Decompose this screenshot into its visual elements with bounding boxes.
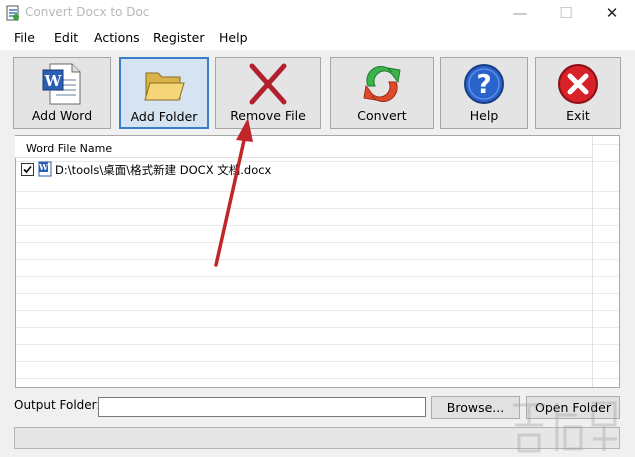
convert-button[interactable]: Convert <box>330 57 434 129</box>
output-folder-input[interactable] <box>98 397 426 417</box>
add-folder-button[interactable]: Add Folder <box>119 57 209 129</box>
window-title: Convert Docx to Doc <box>25 5 150 19</box>
remove-file-button[interactable]: Remove File <box>215 57 321 129</box>
word-document-icon: W <box>42 63 81 105</box>
svg-text:W: W <box>44 72 63 90</box>
column-divider <box>592 136 593 387</box>
exit-x-icon <box>558 64 598 104</box>
menu-help[interactable]: Help <box>219 30 248 45</box>
checkmark-icon <box>23 165 32 174</box>
word-file-icon: W <box>38 161 52 177</box>
menu-register[interactable]: Register <box>153 30 204 45</box>
minimize-button[interactable]: — <box>497 0 543 26</box>
add-word-button[interactable]: W Add Word <box>13 57 111 129</box>
app-icon <box>6 5 19 21</box>
help-label: Help <box>469 108 499 123</box>
exit-button[interactable]: Exit <box>535 57 621 129</box>
convert-arrows-icon <box>363 66 401 102</box>
svg-text:W: W <box>38 162 49 172</box>
row-checkbox[interactable] <box>21 163 34 176</box>
maximize-button[interactable]: ☐ <box>543 0 589 26</box>
watermark-logo <box>513 401 617 453</box>
question-icon: ? <box>464 64 504 104</box>
convert-label: Convert <box>357 108 407 123</box>
svg-text:?: ? <box>476 70 491 100</box>
file-path[interactable]: D:\tools\桌面\格式新建 DOCX 文档.docx <box>55 162 271 178</box>
folder-icon <box>144 72 185 101</box>
menu-edit[interactable]: Edit <box>54 30 78 45</box>
column-header-word-file-name[interactable]: Word File Name <box>26 142 112 155</box>
close-button[interactable]: ✕ <box>589 0 635 26</box>
menu-actions[interactable]: Actions <box>94 30 140 45</box>
remove-file-label: Remove File <box>230 108 306 123</box>
add-word-label: Add Word <box>31 108 93 123</box>
help-button[interactable]: ? Help <box>440 57 528 129</box>
remove-x-icon <box>249 63 287 105</box>
exit-label: Exit <box>566 108 590 123</box>
add-folder-label: Add Folder <box>130 109 198 124</box>
output-folder-label: Output Folder: <box>14 398 101 412</box>
menu-file[interactable]: File <box>14 30 35 45</box>
